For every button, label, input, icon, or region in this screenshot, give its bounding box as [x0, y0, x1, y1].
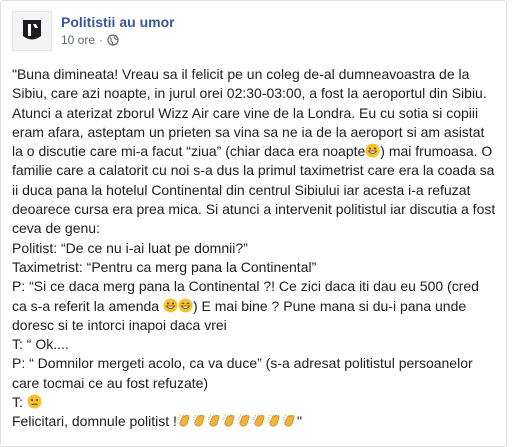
- page-avatar[interactable]: [12, 11, 52, 51]
- post-card: Politistii au umor 10 ore · "Buna dimine…: [0, 0, 507, 447]
- post-meta: Politistii au umor 10 ore ·: [61, 11, 175, 48]
- post-header: Politistii au umor 10 ore ·: [12, 11, 175, 51]
- clapping-hands-icon: [237, 413, 252, 428]
- clap-emoji-row: [177, 413, 297, 429]
- dialogue-line-1: Politist: “De ce nu i-ai luat pe domnii?…: [12, 239, 248, 256]
- confused-face-icon: [27, 394, 42, 409]
- smiling-face-icon: [178, 298, 193, 313]
- page-logo-icon: [23, 20, 41, 40]
- post-subline: 10 ore ·: [61, 32, 175, 48]
- dialogue-line-6: T:: [12, 394, 27, 411]
- clapping-hands-icon: [222, 413, 237, 428]
- post-message: "Buna dimineata! Vreau sa il felicit pe …: [12, 65, 497, 432]
- page-name-link[interactable]: Politistii au umor: [61, 13, 175, 31]
- clapping-hands-icon: [192, 413, 207, 428]
- post-timestamp[interactable]: 10 ore: [61, 32, 95, 48]
- dialogue-line-5: P: “ Domnilor mergeti acolo, ca va duce”…: [12, 355, 477, 391]
- clapping-hands-icon: [252, 413, 267, 428]
- clapping-hands-icon: [267, 413, 282, 428]
- closing-line: Felicitari, domnule politist !: [12, 413, 177, 430]
- clapping-hands-icon: [177, 413, 192, 428]
- grinning-face-icon: [365, 143, 380, 158]
- dialogue-line-2: Taximetrist: “Pentru ca merg pana la Con…: [12, 258, 317, 275]
- clapping-hands-icon: [207, 413, 222, 428]
- closing-quote: ": [296, 413, 302, 430]
- grinning-face-icon: [163, 298, 178, 313]
- separator-dot: ·: [99, 33, 104, 47]
- globe-icon[interactable]: [107, 34, 119, 46]
- clapping-hands-icon: [282, 413, 297, 428]
- dialogue-line-4: T: “ Ok....: [12, 336, 69, 353]
